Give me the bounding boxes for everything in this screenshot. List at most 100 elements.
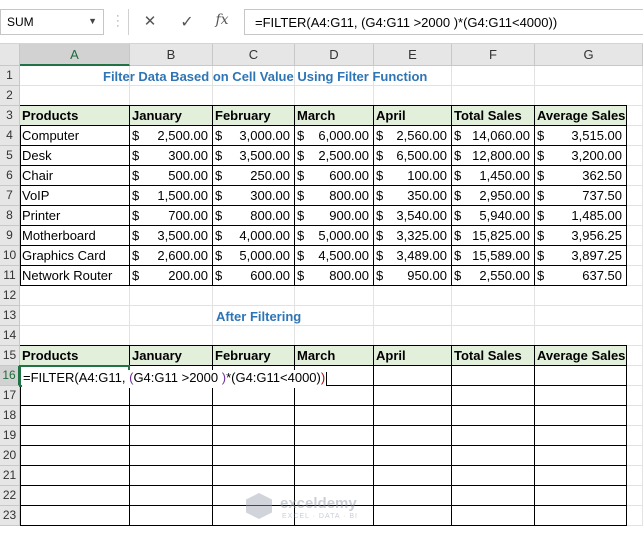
table-cell[interactable]: Desk [20,146,130,166]
enter-icon[interactable]: ✓ [176,12,198,32]
cell-e2[interactable] [374,86,452,106]
cell-c2[interactable] [213,86,295,106]
header-total-sales[interactable]: Total Sales [452,346,535,366]
table-cell[interactable] [452,366,535,386]
table-cell[interactable]: $3,540.00 [374,206,452,226]
cell-g14[interactable] [535,326,643,346]
table-cell[interactable]: $900.00 [295,206,374,226]
table-cell[interactable]: $3,325.00 [374,226,452,246]
cell-b2[interactable] [130,86,213,106]
table-cell[interactable]: $200.00 [130,266,213,286]
table-cell[interactable]: $12,800.00 [452,146,535,166]
table-cell[interactable]: VoIP [20,186,130,206]
table-cell[interactable]: $950.00 [374,266,452,286]
row-header-1[interactable]: 1 [0,66,20,86]
table-cell[interactable]: $2,600.00 [130,246,213,266]
row-header-19[interactable]: 19 [0,426,20,446]
column-header-a[interactable]: A [20,44,130,66]
table-cell[interactable]: $3,515.00 [535,126,627,146]
table-cell[interactable] [452,486,535,506]
cell-a14[interactable] [20,326,130,346]
table-cell[interactable]: $800.00 [213,206,295,226]
table-cell[interactable] [535,406,627,426]
column-header-g[interactable]: G [535,44,643,66]
table-cell[interactable] [452,466,535,486]
row-header-17[interactable]: 17 [0,386,20,406]
cell-d14[interactable] [295,326,374,346]
row-header-5[interactable]: 5 [0,146,20,166]
table-cell[interactable]: $3,000.00 [213,126,295,146]
table-cell[interactable] [20,426,130,446]
cell-g1[interactable] [535,66,643,86]
row-header-14[interactable]: 14 [0,326,20,346]
cell-f14[interactable] [452,326,535,346]
table-cell[interactable] [452,426,535,446]
column-header-b[interactable]: B [130,44,213,66]
header-january[interactable]: January [130,106,213,126]
row-header-6[interactable]: 6 [0,166,20,186]
table-cell[interactable] [452,406,535,426]
cell-a2[interactable] [20,86,130,106]
table-cell[interactable]: $1,485.00 [535,206,627,226]
table-cell[interactable] [130,426,213,446]
table-cell[interactable] [535,446,627,466]
table-cell[interactable]: $1,500.00 [130,186,213,206]
table-cell[interactable] [213,406,295,426]
column-header-d[interactable]: D [295,44,374,66]
table-cell[interactable] [374,506,452,526]
header-products[interactable]: Products [20,106,130,126]
table-cell[interactable]: $362.50 [535,166,627,186]
table-cell[interactable]: $3,500.00 [130,226,213,246]
cell-g13[interactable] [535,306,643,326]
header-february[interactable]: February [213,346,295,366]
table-cell[interactable] [535,466,627,486]
table-cell[interactable]: $4,500.00 [295,246,374,266]
cell-c14[interactable] [213,326,295,346]
table-cell[interactable] [535,506,627,526]
table-cell[interactable]: $250.00 [213,166,295,186]
table-cell[interactable] [452,506,535,526]
cell-b14[interactable] [130,326,213,346]
cell-e14[interactable] [374,326,452,346]
column-header-e[interactable]: E [374,44,452,66]
table-cell[interactable]: $2,950.00 [452,186,535,206]
cancel-icon[interactable]: ✕ [139,12,161,32]
cell-d13[interactable] [295,306,374,326]
table-cell[interactable]: $350.00 [374,186,452,206]
table-cell[interactable] [295,466,374,486]
row-header-8[interactable]: 8 [0,206,20,226]
table-cell[interactable]: Network Router [20,266,130,286]
table-cell[interactable] [295,386,374,406]
table-cell[interactable]: $3,956.25 [535,226,627,246]
table-cell[interactable] [535,386,627,406]
header-april[interactable]: April [374,346,452,366]
row-header-23[interactable]: 23 [0,506,20,526]
insert-function-icon[interactable]: fx [211,12,233,32]
table-cell[interactable] [374,426,452,446]
row-header-9[interactable]: 9 [0,226,20,246]
table-cell[interactable] [374,386,452,406]
table-cell[interactable]: $2,500.00 [295,146,374,166]
row-header-20[interactable]: 20 [0,446,20,466]
table-cell[interactable]: $2,550.00 [452,266,535,286]
header-april[interactable]: April [374,106,452,126]
header-march[interactable]: March [295,106,374,126]
table-cell[interactable]: $3,897.25 [535,246,627,266]
table-cell[interactable]: Printer [20,206,130,226]
table-cell[interactable]: $637.50 [535,266,627,286]
cell-a12[interactable] [20,286,130,306]
cell-f1[interactable] [452,66,535,86]
row-header-2[interactable]: 2 [0,86,20,106]
table-cell[interactable]: $600.00 [213,266,295,286]
header-total-sales[interactable]: Total Sales [452,106,535,126]
table-cell[interactable] [130,486,213,506]
cell-a13[interactable] [20,306,130,326]
table-cell[interactable]: $300.00 [130,146,213,166]
table-cell[interactable]: $800.00 [295,186,374,206]
header-march[interactable]: March [295,346,374,366]
table-cell[interactable]: $15,589.00 [452,246,535,266]
table-cell[interactable]: $800.00 [295,266,374,286]
table-cell[interactable]: $3,500.00 [213,146,295,166]
table-cell[interactable] [535,426,627,446]
table-cell[interactable]: $2,560.00 [374,126,452,146]
